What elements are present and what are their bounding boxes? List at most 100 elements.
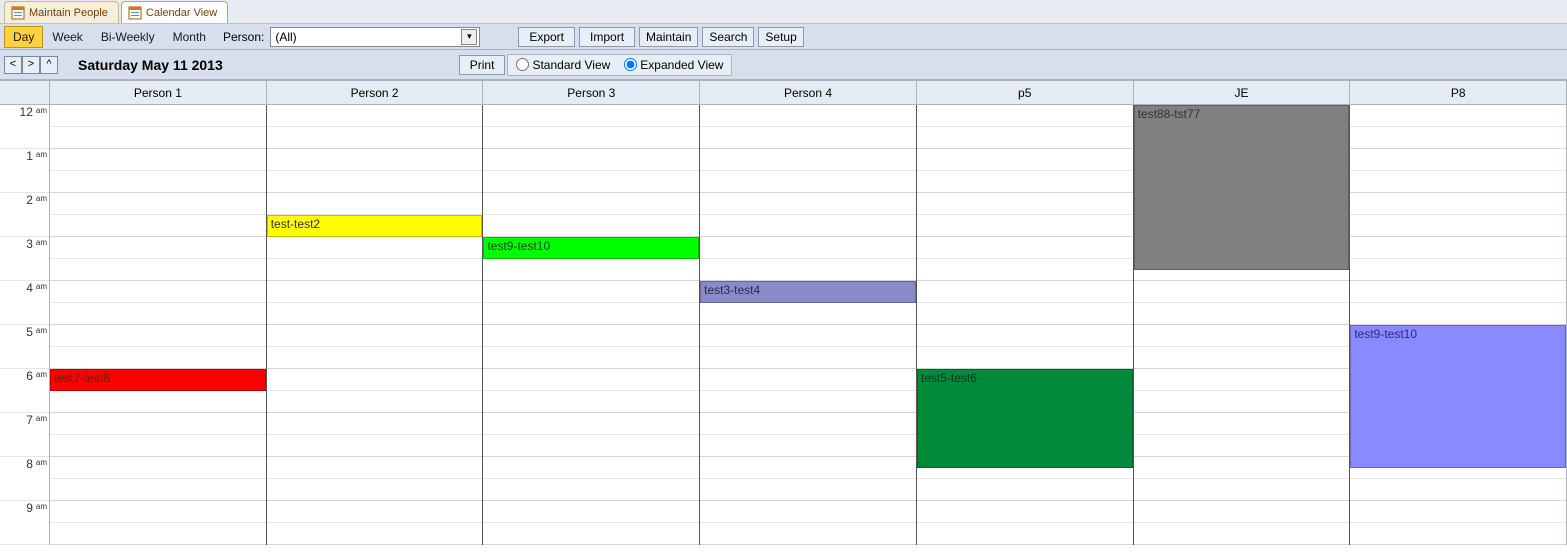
time-slot[interactable] — [1134, 523, 1350, 545]
time-slot[interactable] — [700, 369, 916, 391]
print-button[interactable]: Print — [459, 55, 506, 75]
time-slot[interactable] — [483, 215, 699, 237]
time-slot[interactable] — [483, 479, 699, 501]
time-slot[interactable] — [483, 325, 699, 347]
time-slot[interactable] — [50, 281, 266, 303]
calendar-event[interactable]: test88-tst77 — [1134, 105, 1350, 270]
day-column[interactable]: test9-test10 — [483, 105, 700, 545]
time-slot[interactable] — [267, 127, 483, 149]
time-slot[interactable] — [1134, 435, 1350, 457]
time-slot[interactable] — [50, 193, 266, 215]
time-slot[interactable] — [700, 149, 916, 171]
time-slot[interactable] — [483, 369, 699, 391]
calendar-event[interactable]: test9-test10 — [1350, 325, 1566, 468]
maintain-button[interactable]: Maintain — [639, 27, 698, 47]
time-slot[interactable] — [1350, 237, 1566, 259]
day-column[interactable]: test9-test10 — [1350, 105, 1567, 545]
time-slot[interactable] — [1134, 501, 1350, 523]
time-slot[interactable] — [1350, 127, 1566, 149]
import-button[interactable]: Import — [579, 27, 635, 47]
time-slot[interactable] — [50, 215, 266, 237]
time-slot[interactable] — [483, 281, 699, 303]
time-slot[interactable] — [1134, 325, 1350, 347]
time-slot[interactable] — [267, 479, 483, 501]
calendar-event[interactable]: test5-test6 — [917, 369, 1133, 468]
time-slot[interactable] — [700, 479, 916, 501]
time-slot[interactable] — [917, 325, 1133, 347]
time-slot[interactable] — [1134, 281, 1350, 303]
time-slot[interactable] — [1134, 391, 1350, 413]
time-slot[interactable] — [1134, 303, 1350, 325]
time-slot[interactable] — [267, 281, 483, 303]
time-slot[interactable] — [700, 413, 916, 435]
time-slot[interactable] — [267, 325, 483, 347]
time-slot[interactable] — [1350, 259, 1566, 281]
time-slot[interactable] — [1134, 413, 1350, 435]
time-slot[interactable] — [267, 193, 483, 215]
calendar-event[interactable]: test9-test10 — [483, 237, 699, 259]
time-slot[interactable] — [700, 457, 916, 479]
time-slot[interactable] — [1350, 281, 1566, 303]
time-slot[interactable] — [1134, 369, 1350, 391]
time-slot[interactable] — [50, 149, 266, 171]
time-slot[interactable] — [267, 457, 483, 479]
time-slot[interactable] — [50, 479, 266, 501]
time-slot[interactable] — [50, 435, 266, 457]
up-button[interactable]: ^ — [40, 56, 58, 74]
time-slot[interactable] — [50, 105, 266, 127]
time-slot[interactable] — [50, 259, 266, 281]
time-slot[interactable] — [267, 369, 483, 391]
time-slot[interactable] — [1350, 193, 1566, 215]
tab-maintain-people[interactable]: Maintain People — [4, 1, 119, 23]
time-slot[interactable] — [1134, 347, 1350, 369]
time-slot[interactable] — [700, 391, 916, 413]
time-slot[interactable] — [267, 413, 483, 435]
time-slot[interactable] — [1134, 457, 1350, 479]
time-slot[interactable] — [700, 347, 916, 369]
time-slot[interactable] — [483, 457, 699, 479]
time-slot[interactable] — [50, 457, 266, 479]
standard-view-input[interactable] — [516, 58, 529, 71]
day-column[interactable]: test88-tst77 — [1134, 105, 1351, 545]
time-slot[interactable] — [700, 215, 916, 237]
time-slot[interactable] — [1350, 215, 1566, 237]
time-slot[interactable] — [1134, 479, 1350, 501]
time-slot[interactable] — [50, 171, 266, 193]
range-month[interactable]: Month — [164, 26, 215, 48]
time-slot[interactable] — [917, 501, 1133, 523]
calendar-event[interactable]: test7-test8 — [50, 369, 266, 391]
time-slot[interactable] — [700, 325, 916, 347]
time-slot[interactable] — [267, 259, 483, 281]
time-slot[interactable] — [483, 193, 699, 215]
time-slot[interactable] — [700, 523, 916, 545]
calendar-event[interactable]: test-test2 — [267, 215, 483, 237]
range-week[interactable]: Week — [43, 26, 91, 48]
prev-button[interactable]: < — [4, 56, 22, 74]
time-slot[interactable] — [1350, 479, 1566, 501]
expanded-view-input[interactable] — [624, 58, 637, 71]
time-slot[interactable] — [917, 237, 1133, 259]
time-slot[interactable] — [483, 303, 699, 325]
time-slot[interactable] — [917, 215, 1133, 237]
time-slot[interactable] — [483, 413, 699, 435]
time-slot[interactable] — [917, 149, 1133, 171]
expanded-view-radio[interactable]: Expanded View — [624, 58, 723, 72]
time-slot[interactable] — [700, 303, 916, 325]
time-slot[interactable] — [1350, 149, 1566, 171]
time-slot[interactable] — [483, 435, 699, 457]
time-slot[interactable] — [267, 237, 483, 259]
time-slot[interactable] — [267, 149, 483, 171]
time-slot[interactable] — [483, 391, 699, 413]
time-slot[interactable] — [483, 501, 699, 523]
time-slot[interactable] — [50, 347, 266, 369]
time-slot[interactable] — [267, 347, 483, 369]
time-slot[interactable] — [917, 347, 1133, 369]
range-biweekly[interactable]: Bi-Weekly — [92, 26, 164, 48]
time-slot[interactable] — [1350, 501, 1566, 523]
day-column[interactable]: test7-test8 — [50, 105, 267, 545]
time-slot[interactable] — [483, 127, 699, 149]
tab-calendar-view[interactable]: Calendar View — [121, 1, 228, 23]
time-slot[interactable] — [267, 171, 483, 193]
time-slot[interactable] — [50, 391, 266, 413]
time-slot[interactable] — [50, 413, 266, 435]
